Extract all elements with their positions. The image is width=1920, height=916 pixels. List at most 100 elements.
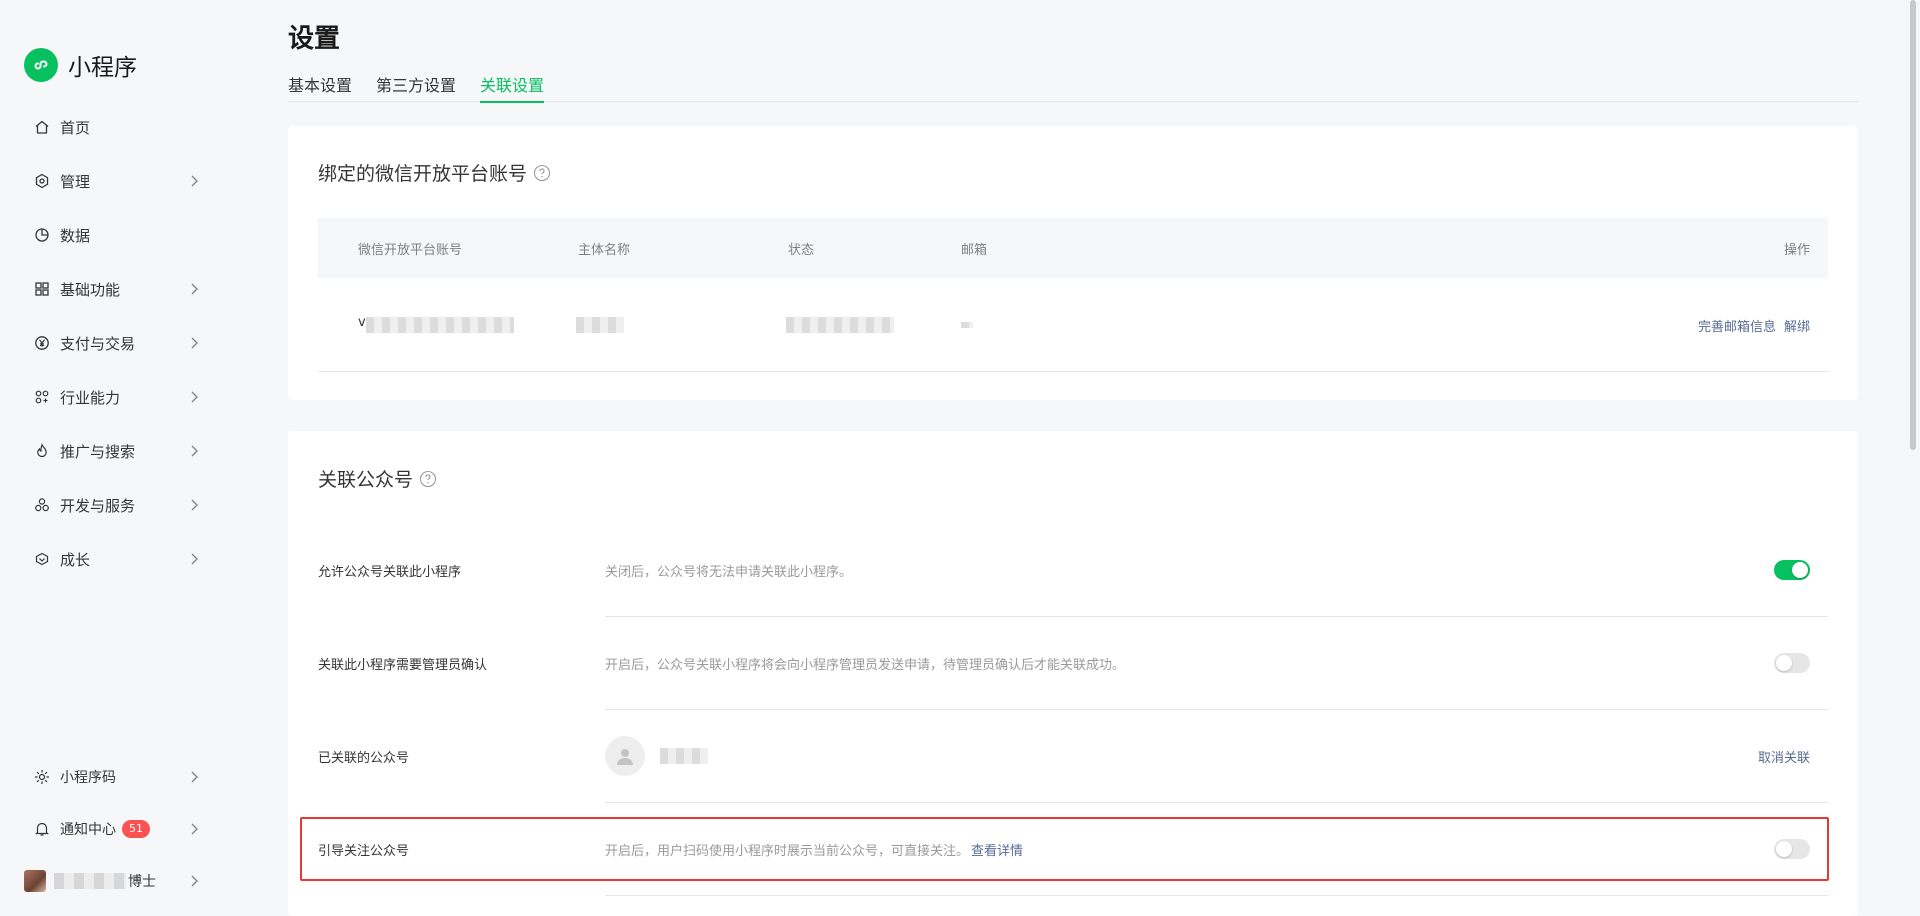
divider	[605, 895, 1828, 896]
chevron-right-icon	[186, 497, 202, 513]
sidebar: 小程序 首页 管理 数据 基础功能 支付与交易 行业能力 推广与搜索 开发与服务…	[0, 0, 245, 916]
chevron-right-icon	[186, 443, 202, 459]
account-prefix: v	[358, 315, 366, 330]
page-title: 设置	[288, 24, 341, 54]
guide-follow-toggle[interactable]	[1774, 839, 1810, 859]
column-header-actions: 操作	[1783, 243, 1810, 258]
allow-association-toggle[interactable]	[1774, 560, 1810, 580]
official-account-avatar	[605, 736, 645, 776]
help-icon[interactable]	[419, 470, 437, 488]
sidebar-item-data[interactable]: 数据	[0, 208, 245, 262]
status-redacted	[786, 317, 894, 333]
sidebar-item-growth[interactable]: 成长	[0, 532, 245, 586]
open-platform-title-text: 绑定的微信开放平台账号	[318, 163, 528, 185]
column-header-entity: 主体名称	[578, 243, 631, 258]
complete-email-link[interactable]: 完善邮箱信息	[1698, 316, 1776, 335]
setting-description: 开启后，公众号关联小程序将会向小程序管理员发送申请，待管理员确认后才能关联成功。	[605, 658, 1126, 673]
user-name-redacted	[54, 873, 126, 889]
official-account-card: 关联公众号 允许公众号关联此小程序 关闭后，公众号将无法申请关联此小程序。 关联…	[288, 431, 1858, 916]
sidebar-item-label: 小程序码	[60, 770, 116, 786]
manage-icon	[34, 173, 50, 189]
chevron-right-icon	[186, 873, 202, 889]
sidebar-bottom: 小程序码 通知中心 51 博士	[0, 751, 245, 907]
sidebar-item-label: 通知中心	[60, 822, 116, 838]
user-avatar	[24, 870, 46, 892]
brand-name: 小程序	[68, 55, 137, 81]
admin-confirm-toggle[interactable]	[1774, 653, 1810, 673]
help-icon[interactable]	[533, 164, 551, 182]
sidebar-nav: 首页 管理 数据 基础功能 支付与交易 行业能力 推广与搜索 开发与服务 成长	[0, 100, 245, 586]
setting-label: 关联此小程序需要管理员确认	[318, 658, 488, 673]
view-details-link[interactable]: 查看详情	[971, 844, 1023, 859]
flame-icon	[34, 443, 50, 459]
setting-label: 引导关注公众号	[318, 844, 410, 859]
setting-row-guide-follow: 引导关注公众号 开启后，用户扫码使用小程序时展示当前公众号，可直接关注。 查看详情	[318, 803, 1828, 896]
page-scrollbar[interactable]	[1906, 0, 1920, 916]
sidebar-item-manage[interactable]: 管理	[0, 154, 245, 208]
sidebar-item-dev-services[interactable]: 开发与服务	[0, 478, 245, 532]
unlink-official-account-link[interactable]: 取消关联	[1758, 747, 1810, 766]
dev-icon	[34, 497, 50, 513]
settings-tabs: 基本设置 第三方设置 关联设置	[288, 72, 1858, 103]
setting-description-text: 开启后，用户扫码使用小程序时展示当前公众号，可直接关注。	[605, 844, 970, 859]
yen-icon	[34, 335, 50, 351]
setting-label: 已关联的公众号	[318, 751, 410, 766]
tab-basic-settings[interactable]: 基本设置	[288, 72, 352, 102]
chevron-right-icon	[186, 551, 202, 567]
chart-icon	[34, 227, 50, 243]
column-header-email: 邮箱	[961, 243, 988, 258]
unbind-link[interactable]: 解绑	[1784, 316, 1810, 335]
sidebar-item-industry[interactable]: 行业能力	[0, 370, 245, 424]
notification-count-badge: 51	[122, 820, 150, 838]
sidebar-item-label: 开发与服务	[60, 496, 136, 515]
tab-association-settings[interactable]: 关联设置	[480, 72, 545, 103]
official-account-title: 关联公众号	[318, 465, 437, 492]
industry-icon	[34, 389, 50, 405]
table-header: 微信开放平台账号 主体名称 状态 邮箱 操作	[318, 218, 1828, 278]
sidebar-item-notifications[interactable]: 通知中心 51	[0, 803, 245, 855]
toggle-knob	[1792, 562, 1808, 578]
setting-description: 开启后，用户扫码使用小程序时展示当前公众号，可直接关注。 查看详情	[605, 840, 1023, 859]
row-actions: 完善邮箱信息 解绑	[1698, 316, 1810, 335]
scrollbar-thumb[interactable]	[1910, 0, 1916, 450]
account-redacted	[366, 317, 514, 333]
setting-row-allow-association: 允许公众号关联此小程序 关闭后，公众号将无法申请关联此小程序。	[318, 524, 1828, 617]
column-header-status: 状态	[788, 243, 815, 258]
home-icon	[34, 119, 50, 135]
chevron-right-icon	[186, 281, 202, 297]
open-platform-card: 绑定的微信开放平台账号 微信开放平台账号 主体名称 状态 邮箱 操作 v 完善邮…	[288, 126, 1858, 400]
column-header-account: 微信开放平台账号	[358, 243, 463, 258]
sidebar-item-label: 数据	[60, 226, 91, 245]
grid-icon	[34, 281, 50, 297]
sidebar-item-label: 推广与搜索	[60, 442, 136, 461]
setting-label: 允许公众号关联此小程序	[318, 565, 462, 580]
toggle-knob	[1776, 655, 1792, 671]
chevron-right-icon	[186, 173, 202, 189]
sidebar-item-qrcode[interactable]: 小程序码	[0, 751, 245, 803]
sidebar-item-home[interactable]: 首页	[0, 100, 245, 154]
table-row: v 完善邮箱信息 解绑	[318, 278, 1828, 372]
user-name: 博士	[128, 874, 156, 890]
open-platform-title: 绑定的微信开放平台账号	[318, 159, 551, 186]
setting-description: 关闭后，公众号将无法申请关联此小程序。	[605, 565, 853, 580]
entity-redacted	[576, 317, 624, 333]
sidebar-item-payment[interactable]: 支付与交易	[0, 316, 245, 370]
sidebar-item-basic-features[interactable]: 基础功能	[0, 262, 245, 316]
email-redacted	[961, 322, 973, 328]
chevron-right-icon	[186, 821, 202, 837]
setting-row-linked-account: 已关联的公众号 取消关联	[318, 710, 1828, 803]
bell-icon	[34, 821, 50, 837]
sidebar-item-label: 成长	[60, 550, 91, 569]
tab-third-party-settings[interactable]: 第三方设置	[376, 72, 456, 102]
sidebar-item-user[interactable]: 博士	[0, 855, 245, 907]
sidebar-item-label: 基础功能	[60, 280, 121, 299]
sidebar-item-promotion[interactable]: 推广与搜索	[0, 424, 245, 478]
brand[interactable]: 小程序	[24, 48, 137, 82]
main-content: 设置 基本设置 第三方设置 关联设置 绑定的微信开放平台账号 微信开放平台账号 …	[288, 0, 1858, 916]
chevron-right-icon	[186, 769, 202, 785]
toggle-knob	[1776, 841, 1792, 857]
sidebar-item-label: 支付与交易	[60, 334, 136, 353]
sidebar-item-label: 行业能力	[60, 388, 121, 407]
miniprogram-logo-icon	[24, 48, 58, 82]
qrcode-sun-icon	[34, 769, 50, 785]
